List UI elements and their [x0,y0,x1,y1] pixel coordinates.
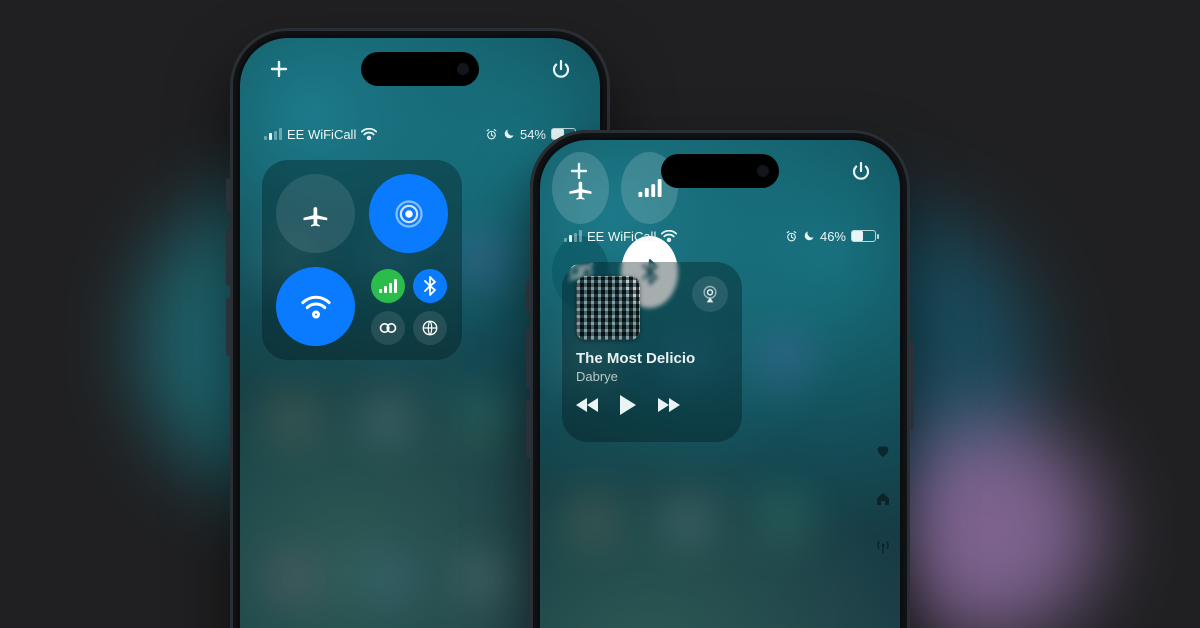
iphone-front: EE WiFiCall 46% The Most [530,130,910,628]
airplane-icon [301,199,331,229]
signal-icon [564,230,582,242]
forward-icon [656,396,680,414]
cellular-icon [379,279,397,293]
home-page-icon[interactable] [872,488,894,510]
rewind-icon [576,396,600,414]
connectivity-page-icon[interactable] [872,536,894,558]
control-center-topbar [240,52,600,86]
track-artist: Dabrye [576,369,728,384]
connectivity-panel[interactable] [262,160,462,360]
bluetooth-icon [424,276,436,296]
hotspot-icon [378,321,398,335]
play-button[interactable] [618,394,638,416]
play-icon [618,394,638,416]
forward-button[interactable] [656,396,680,414]
dnd-moon-icon [503,128,515,140]
carrier-label: EE WiFiCall [287,127,356,142]
wifi-icon [361,128,377,140]
heart-icon [875,443,891,459]
power-button[interactable] [844,154,878,188]
airplay-icon [700,284,720,304]
alarm-icon [485,128,498,141]
battery-percent: 46% [820,229,846,244]
status-bar: EE WiFiCall 46% [540,226,900,246]
alarm-icon [785,230,798,243]
cellular-toggle[interactable] [371,269,405,303]
airplay-button[interactable] [692,276,728,312]
plus-icon [569,161,589,181]
bluetooth-toggle[interactable] [413,269,447,303]
rewind-button[interactable] [576,396,600,414]
control-center-topbar [540,154,900,188]
media-controls [576,394,728,416]
plus-icon [269,59,289,79]
globe-icon [421,319,439,337]
battery-icon [851,230,876,242]
antenna-icon [875,539,891,555]
wifi-icon [661,230,677,242]
track-title: The Most Delicio [576,350,726,367]
favorites-page-icon[interactable] [872,440,894,462]
carrier-label: EE WiFiCall [587,229,656,244]
page-indicator[interactable] [872,440,894,558]
signal-icon [264,128,282,140]
album-art [576,276,640,340]
wifi-icon [301,292,331,322]
power-icon [851,161,871,181]
wifi-toggle[interactable] [276,267,355,346]
dnd-moon-icon [803,230,815,242]
airdrop-toggle[interactable] [369,174,448,253]
airplane-mode-toggle[interactable] [276,174,355,253]
home-icon [875,491,891,507]
airdrop-icon [394,199,424,229]
power-button[interactable] [544,52,578,86]
now-playing-panel[interactable]: The Most Delicio Dabrye [562,262,742,442]
add-control-button[interactable] [262,52,296,86]
vpn-toggle[interactable] [413,311,447,345]
hotspot-toggle[interactable] [371,311,405,345]
power-icon [551,59,571,79]
add-control-button[interactable] [562,154,596,188]
